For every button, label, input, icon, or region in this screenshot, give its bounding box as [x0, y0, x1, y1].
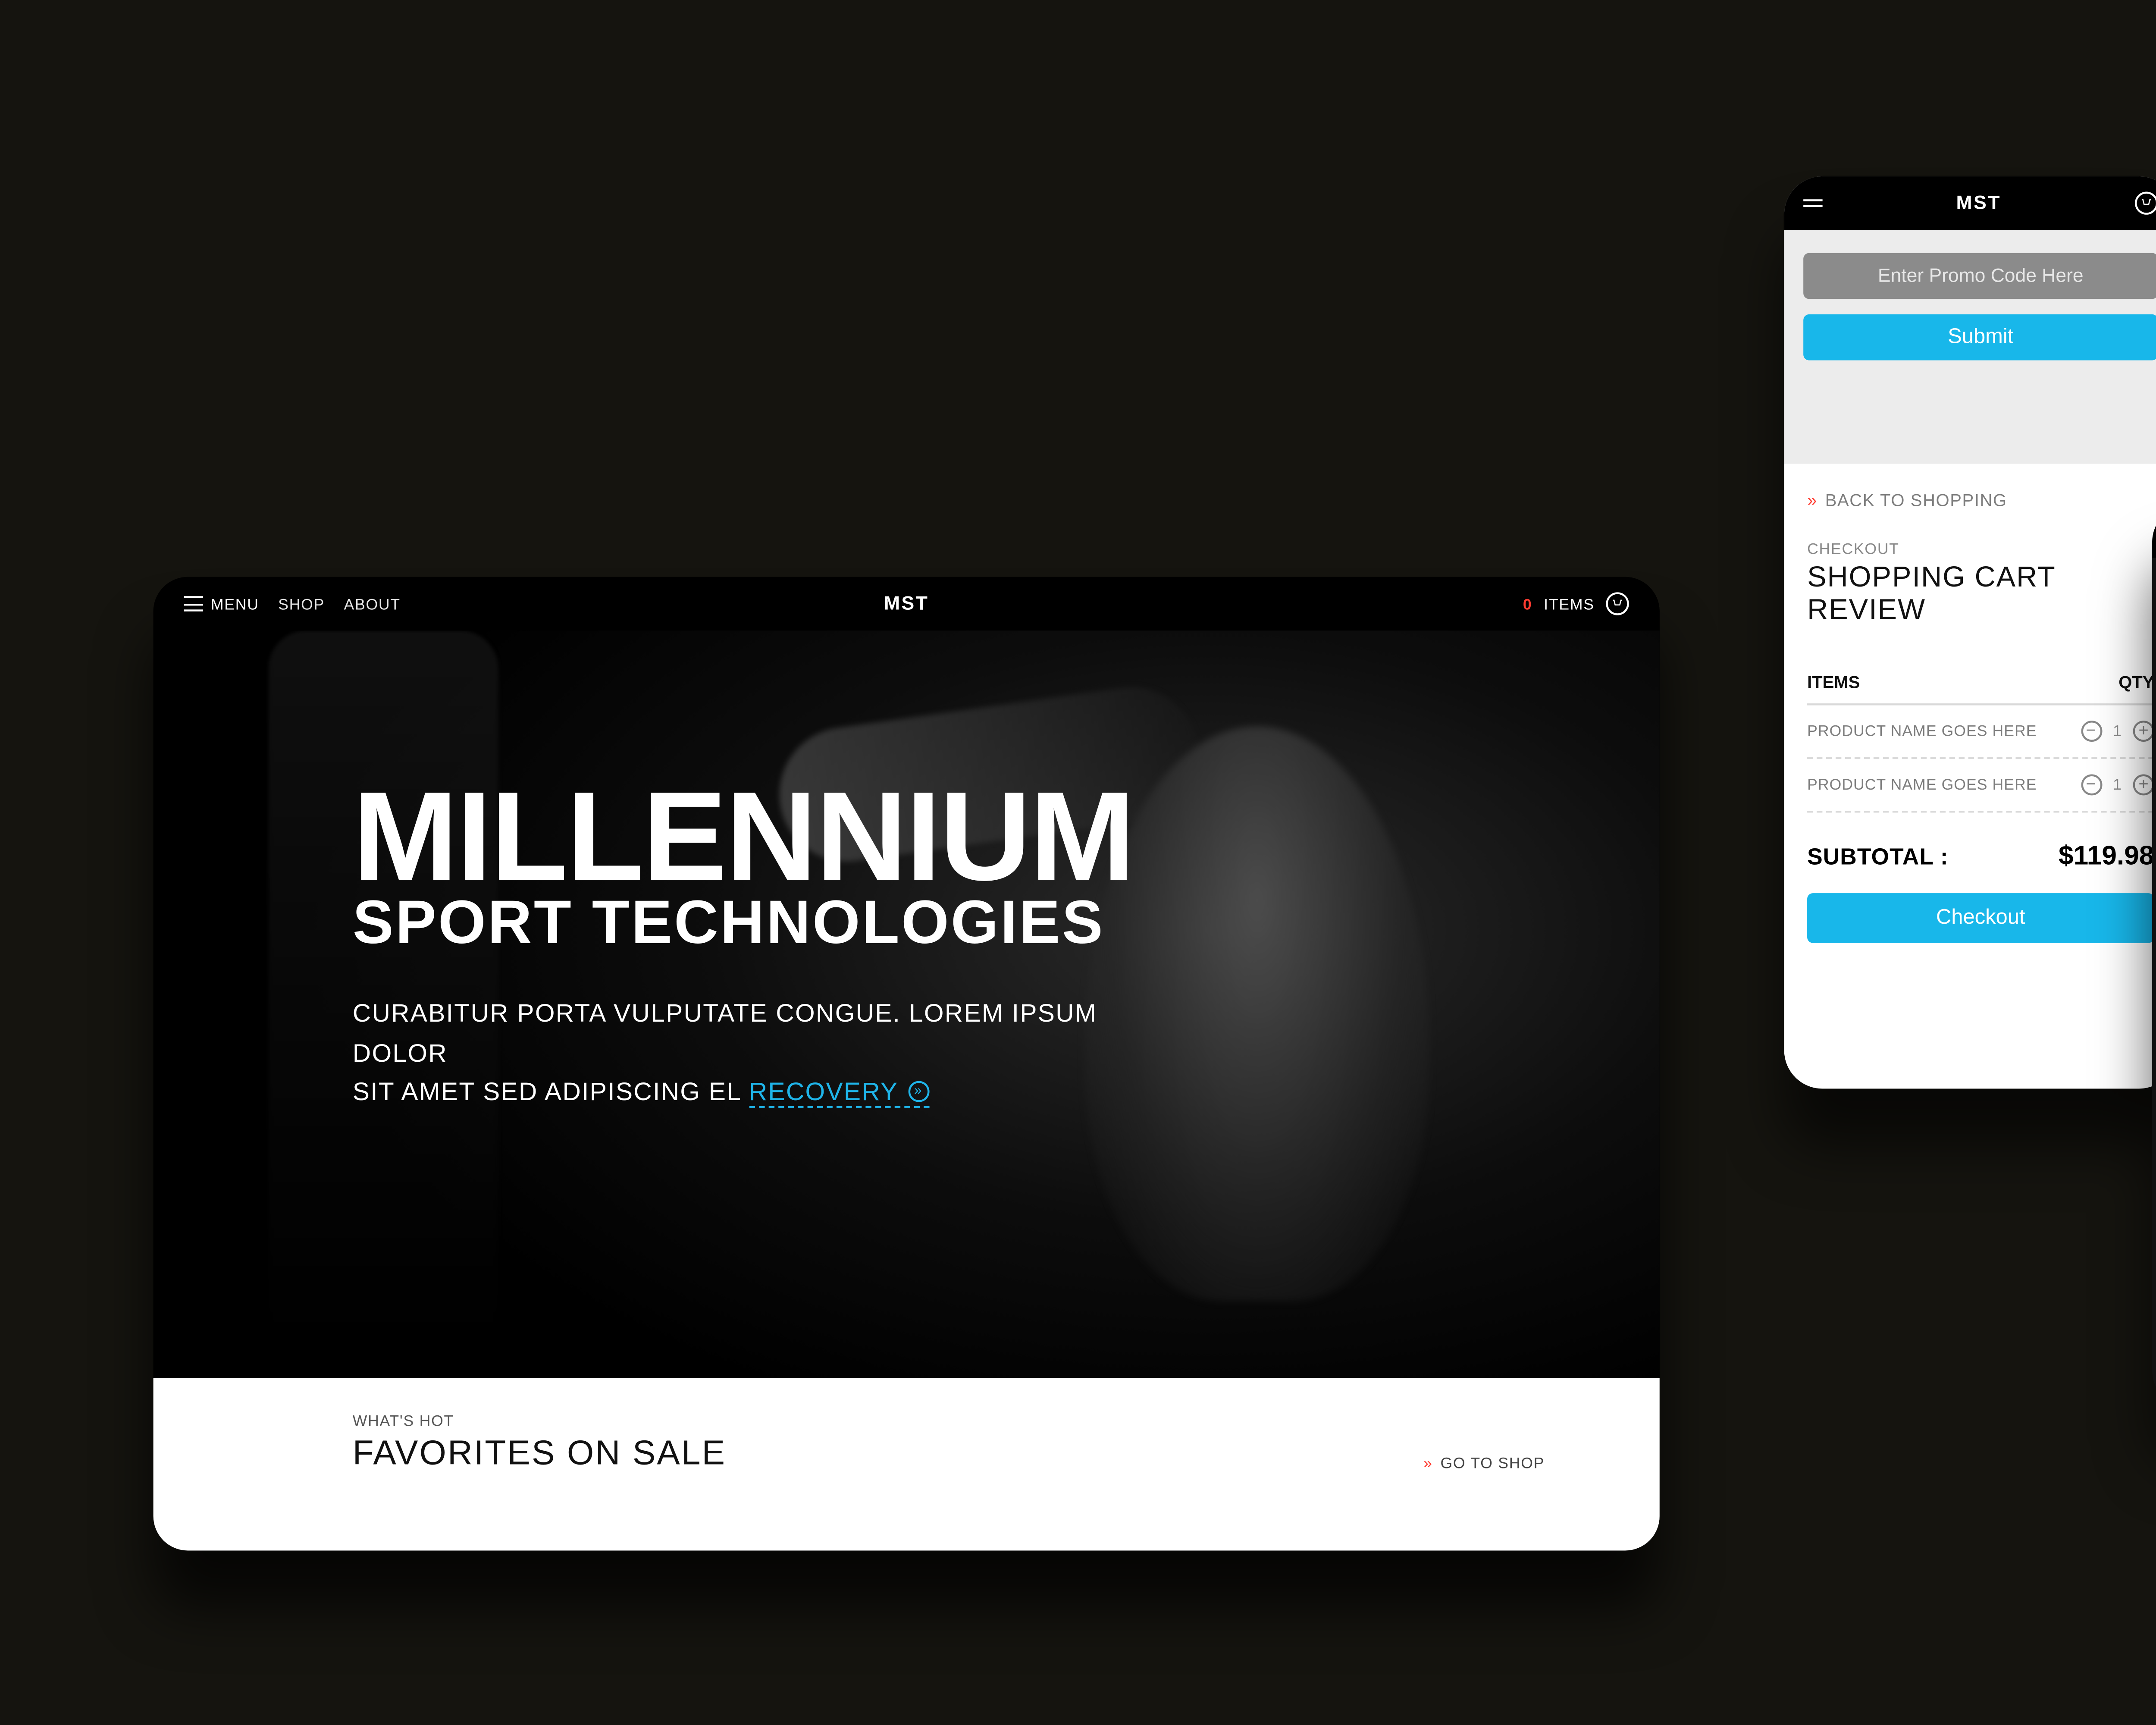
- go-to-shop-link[interactable]: »GO TO SHOP: [1423, 1455, 1545, 1472]
- cart-count-label: ITEMS: [1544, 595, 1595, 612]
- qty-minus-button[interactable]: −: [2081, 775, 2102, 796]
- cart-body: »BACK TO SHOPPING CHECKOUT SHOPPING CART…: [1784, 464, 2156, 1089]
- subtotal-value: $119.98: [2059, 840, 2154, 870]
- promo-block: Submit: [1784, 230, 2156, 387]
- qty-value: 1: [2113, 723, 2122, 740]
- hero-headline-2: SPORT TECHNOLOGIES: [353, 891, 1583, 953]
- back-to-shopping-link[interactable]: »BACK TO SHOPPING: [1807, 491, 2154, 510]
- qty-stepper: − 1 +: [2081, 721, 2154, 742]
- desktop-homepage: MENU SHOP ABOUT MST 0 ITEMS MILLENNIUM: [154, 577, 1660, 1551]
- faq-body: GENERAL QUESTIONS PRODUCT QUESTIONS SHIP…: [2152, 558, 2156, 1233]
- desktop-topbar: MENU SHOP ABOUT MST 0 ITEMS: [154, 577, 1660, 630]
- promo-submit-button[interactable]: Submit: [1803, 314, 2156, 361]
- cart-icon[interactable]: [2135, 191, 2156, 214]
- qty-value: 1: [2113, 776, 2122, 794]
- col-qty: QTY: [2118, 673, 2154, 692]
- section-gap: [1784, 387, 2156, 464]
- cart-icon[interactable]: [1606, 592, 1629, 615]
- mobile-cart-screen: MST Submit »BACK TO SHOPPING CHECKOUT SH…: [1784, 176, 2156, 1089]
- checkout-eyebrow: CHECKOUT: [1807, 540, 2154, 558]
- hero-text: MILLENNIUM SPORT TECHNOLOGIES CURABITUR …: [353, 784, 1583, 1113]
- promo-input[interactable]: [1803, 253, 2156, 299]
- cart-count: 0: [1523, 595, 1532, 612]
- arrow-circle-icon: [908, 1081, 929, 1102]
- nav-about[interactable]: ABOUT: [344, 595, 400, 612]
- raquo-icon: »: [1423, 1455, 1433, 1472]
- whats-hot-section: WHAT'S HOT FAVORITES ON SALE »GO TO SHOP: [154, 1378, 1660, 1551]
- nav-shop[interactable]: SHOP: [278, 595, 325, 612]
- brand-logo[interactable]: MST: [1956, 193, 2002, 214]
- subtotal-row: SUBTOTAL : $119.98: [1807, 840, 2154, 870]
- cart-column-headers: ITEMS QTY: [1807, 673, 2154, 706]
- cart-row: PRODUCT NAME GOES HERE − 1 +: [1807, 706, 2154, 759]
- recovery-link[interactable]: RECOVERY: [749, 1077, 929, 1108]
- col-items: ITEMS: [1807, 673, 1860, 692]
- brand-logo[interactable]: MST: [884, 593, 929, 615]
- mobile-faq-screen: MST GENERAL QUESTIONS PRODUCT QUESTIONS …: [2152, 504, 2156, 1409]
- product-name: PRODUCT NAME GOES HERE: [1807, 776, 2037, 794]
- menu-label: MENU: [211, 595, 259, 612]
- qty-minus-button[interactable]: −: [2081, 721, 2102, 742]
- qty-plus-button[interactable]: +: [2133, 721, 2154, 742]
- hero-copy: CURABITUR PORTA VULPUTATE CONGUE. LOREM …: [353, 995, 1158, 1113]
- qty-stepper: − 1 +: [2081, 775, 2154, 796]
- subtotal-label: SUBTOTAL :: [1807, 844, 1949, 870]
- product-name: PRODUCT NAME GOES HERE: [1807, 723, 2037, 740]
- qty-plus-button[interactable]: +: [2133, 775, 2154, 796]
- whats-hot-eyebrow: WHAT'S HOT: [353, 1413, 727, 1430]
- cart-title: SHOPPING CART REVIEW: [1807, 561, 2154, 627]
- hamburger-icon: [184, 596, 203, 612]
- hero-headline-1: MILLENNIUM: [353, 784, 1583, 888]
- whats-hot-title: FAVORITES ON SALE: [353, 1433, 727, 1474]
- hero: MILLENNIUM SPORT TECHNOLOGIES CURABITUR …: [154, 630, 1660, 1378]
- checkout-button[interactable]: Checkout: [1807, 893, 2154, 943]
- cart-row: PRODUCT NAME GOES HERE − 1 +: [1807, 759, 2154, 812]
- hamburger-icon[interactable]: [1803, 199, 1822, 207]
- raquo-icon: »: [1807, 491, 1818, 510]
- mobile-topbar: MST: [1784, 176, 2156, 230]
- menu-button[interactable]: MENU: [184, 595, 259, 612]
